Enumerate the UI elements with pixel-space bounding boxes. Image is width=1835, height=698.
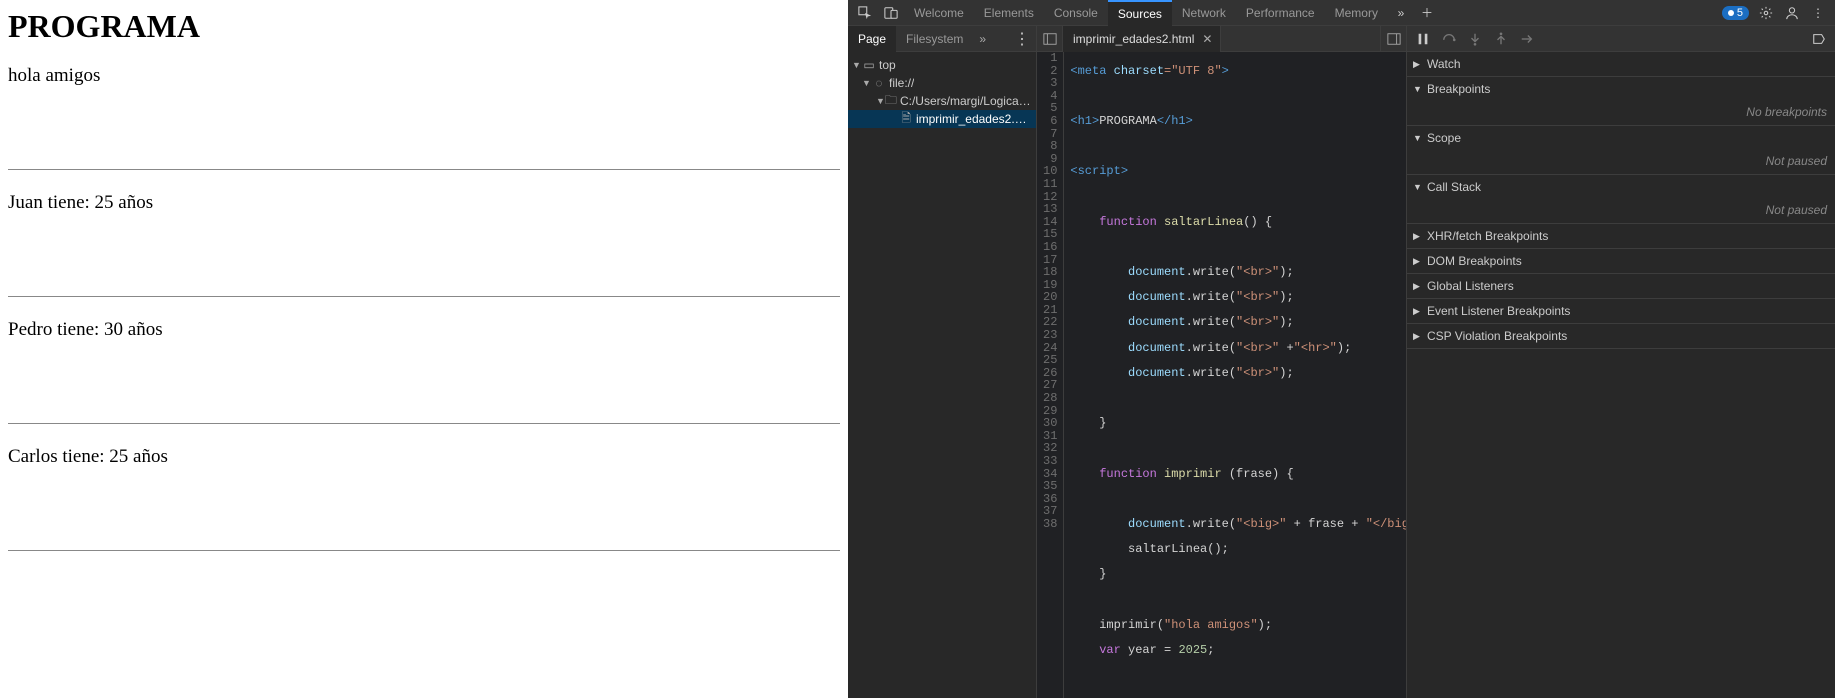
navigator-pane: Page Filesystem » ⋮ ▼ ▭ top ▼ ◌ file:// … [848,26,1037,698]
output-line: hola amigos [8,65,840,87]
new-tab-icon[interactable]: ＋ [1414,0,1440,26]
tab-welcome[interactable]: Welcome [904,0,974,26]
toggle-debugger-icon[interactable] [1380,26,1406,52]
acc-global[interactable]: ▶Global Listeners [1407,274,1835,299]
tab-sources[interactable]: Sources [1108,0,1172,26]
nav-tab-page[interactable]: Page [848,26,896,52]
editor-tab-label: imprimir_edades2.html [1073,32,1194,46]
file-tree: ▼ ▭ top ▼ ◌ file:// ▼ 🗀 C:/Users/margi/L… [848,52,1036,132]
acc-scope-body: Not paused [1407,150,1835,174]
navigator-tabs: Page Filesystem » ⋮ [848,26,1036,52]
code-area[interactable]: 1234567891011121314151617181920212223242… [1037,52,1406,698]
devtools-panel: Welcome Elements Console Sources Network… [848,0,1835,698]
step-over-button[interactable] [1439,29,1459,49]
acc-callstack-body: Not paused [1407,199,1835,223]
output-line: Carlos tiene: 25 años [8,446,840,468]
nav-kebab-icon[interactable]: ⋮ [1008,29,1036,49]
folder-icon: 🗀 [885,92,897,110]
debugger-toolbar [1407,26,1835,52]
settings-icon[interactable] [1753,0,1779,26]
devtools-tabstrip: Welcome Elements Console Sources Network… [848,0,1835,26]
cloud-icon: ◌ [872,76,886,90]
step-button[interactable] [1517,29,1537,49]
output-line: Pedro tiene: 30 años [8,319,840,341]
acc-xhr[interactable]: ▶XHR/fetch Breakpoints [1407,224,1835,249]
tree-origin[interactable]: ▼ ◌ file:// [848,74,1036,92]
editor-tabbar: imprimir_edades2.html ✕ [1037,26,1406,52]
acc-scope[interactable]: ▼Scope Not paused [1407,126,1835,175]
tree-top[interactable]: ▼ ▭ top [848,56,1036,74]
step-out-button[interactable] [1491,29,1511,49]
deactivate-breakpoints-button[interactable] [1809,29,1829,49]
tree-folder[interactable]: ▼ 🗀 C:/Users/margi/Logica de pro [848,92,1036,110]
pause-button[interactable] [1413,29,1433,49]
acc-watch[interactable]: ▶Watch [1407,52,1835,77]
source-editor: imprimir_edades2.html ✕ 1234567891011121… [1037,26,1407,698]
device-toggle-icon[interactable] [878,0,904,26]
tab-performance[interactable]: Performance [1236,0,1325,26]
output-line: Juan tiene: 25 años [8,192,840,214]
acc-event[interactable]: ▶Event Listener Breakpoints [1407,299,1835,324]
code-content[interactable]: <meta charset="UTF 8"> <h1>PROGRAMA</h1>… [1064,52,1406,698]
issues-count: 5 [1737,7,1743,19]
acc-dom[interactable]: ▶DOM Breakpoints [1407,249,1835,274]
nav-tab-filesystem[interactable]: Filesystem [896,26,973,52]
tab-console[interactable]: Console [1044,0,1108,26]
rendered-page: PROGRAMA hola amigos Juan tiene: 25 años… [0,0,848,698]
issues-badge[interactable]: 5 [1722,6,1749,20]
tab-memory[interactable]: Memory [1325,0,1388,26]
more-tabs-icon[interactable]: » [1388,0,1414,26]
acc-breakpoints-body: No breakpoints [1407,101,1835,125]
nav-more-icon[interactable]: » [973,32,992,46]
editor-tab[interactable]: imprimir_edades2.html ✕ [1063,26,1221,52]
close-tab-icon[interactable]: ✕ [1202,32,1212,46]
line-gutter: 1234567891011121314151617181920212223242… [1037,52,1064,698]
debugger-pane: ▶Watch ▼Breakpoints No breakpoints ▼Scop… [1407,26,1835,698]
file-icon: 🗎 [900,110,913,128]
inspect-element-icon[interactable] [852,0,878,26]
acc-breakpoints[interactable]: ▼Breakpoints No breakpoints [1407,77,1835,126]
step-into-button[interactable] [1465,29,1485,49]
window-icon: ▭ [862,58,876,72]
page-title: PROGRAMA [8,8,840,45]
toggle-navigator-icon[interactable] [1037,26,1063,52]
kebab-menu-icon[interactable]: ⋮ [1805,0,1831,26]
account-icon[interactable] [1779,0,1805,26]
acc-csp[interactable]: ▶CSP Violation Breakpoints [1407,324,1835,349]
issues-dot-icon [1728,10,1734,16]
tab-network[interactable]: Network [1172,0,1236,26]
tree-file[interactable]: 🗎 imprimir_edades2.html [848,110,1036,128]
acc-callstack[interactable]: ▼Call Stack Not paused [1407,175,1835,224]
tab-elements[interactable]: Elements [974,0,1044,26]
